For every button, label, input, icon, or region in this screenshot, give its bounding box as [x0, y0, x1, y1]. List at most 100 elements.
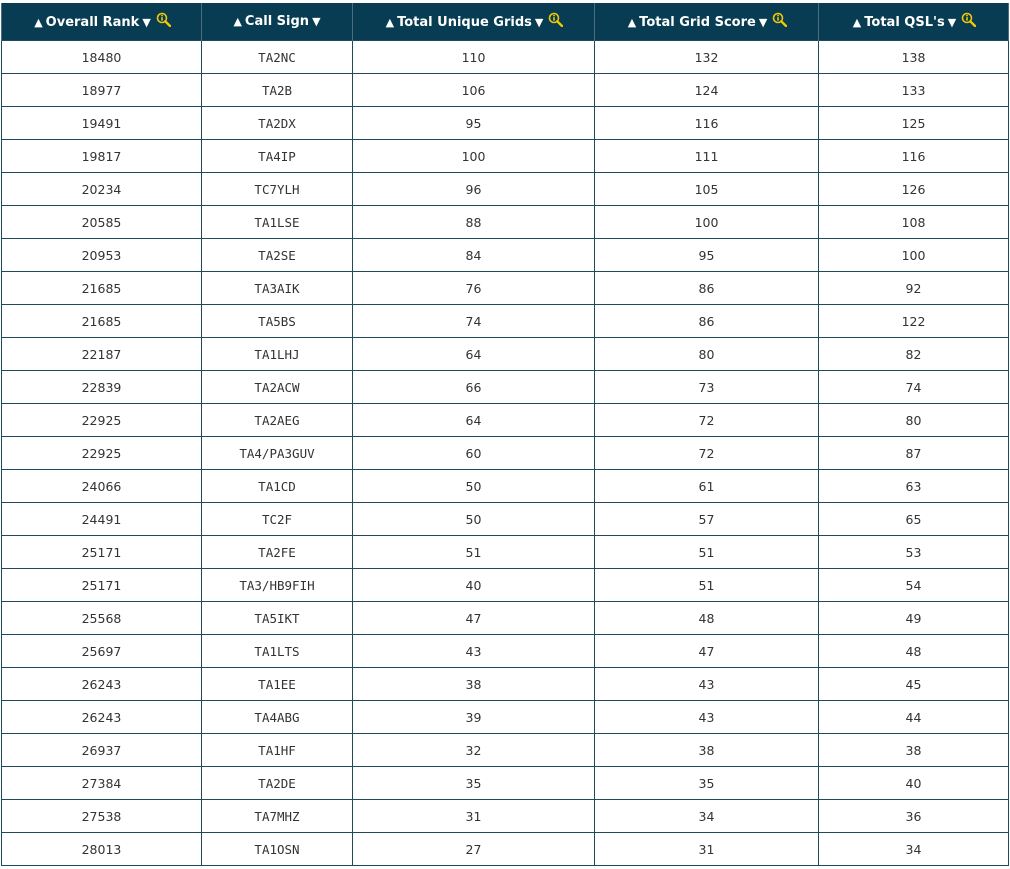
sort-ascending-arrow[interactable]: ▲	[231, 15, 243, 28]
rank-cell: 26937	[1, 733, 202, 767]
rank-cell: 18977	[1, 73, 202, 107]
call-sign-cell: TA2DX	[201, 106, 353, 140]
table-row: 22925 TA2AEG 64 72 80	[1, 403, 1009, 437]
rank-cell: 22187	[1, 337, 202, 371]
qsl-count-cell: 92	[818, 271, 1009, 305]
qsl-count-cell: 125	[818, 106, 1009, 140]
qsl-count-cell: 44	[818, 700, 1009, 734]
table-row: 25568 TA5IKT 47 48 49	[1, 601, 1009, 635]
sort-ascending-arrow[interactable]: ▲	[851, 16, 863, 29]
table-row: 20953 TA2SE 84 95 100	[1, 238, 1009, 272]
column-label: Overall Rank	[45, 15, 140, 30]
unique-grids-cell: 96	[352, 172, 595, 206]
sort-descending-arrow[interactable]: ▼	[757, 16, 769, 29]
column-header-total-unique-grids: ▲ Total Unique Grids ▼	[352, 3, 595, 41]
call-sign-cell: TA1LSE	[201, 205, 353, 239]
unique-grids-cell: 39	[352, 700, 595, 734]
column-header-total-grid-score: ▲ Total Grid Score ▼	[594, 3, 819, 41]
unique-grids-cell: 60	[352, 436, 595, 470]
sort-ascending-arrow[interactable]: ▲	[32, 16, 44, 29]
grid-score-cell: 124	[594, 73, 819, 107]
qsl-count-cell: 45	[818, 667, 1009, 701]
unique-grids-cell: 35	[352, 766, 595, 800]
grid-score-cell: 48	[594, 601, 819, 635]
grid-score-cell: 86	[594, 304, 819, 338]
sort-ascending-arrow[interactable]: ▲	[626, 16, 638, 29]
magnifier-info-icon[interactable]	[772, 12, 788, 31]
column-label: Total Unique Grids	[397, 15, 532, 30]
grid-score-cell: 72	[594, 403, 819, 437]
unique-grids-cell: 110	[352, 40, 595, 74]
call-sign-cell: TA1LTS	[201, 634, 353, 668]
table-row: 24066 TA1CD 50 61 63	[1, 469, 1009, 503]
call-sign-cell: TA5BS	[201, 304, 353, 338]
qsl-count-cell: 82	[818, 337, 1009, 371]
call-sign-cell: TA1CD	[201, 469, 353, 503]
unique-grids-cell: 31	[352, 799, 595, 833]
grid-score-cell: 61	[594, 469, 819, 503]
unique-grids-cell: 88	[352, 205, 595, 239]
unique-grids-cell: 66	[352, 370, 595, 404]
table-row: 20585 TA1LSE 88 100 108	[1, 205, 1009, 239]
call-sign-cell: TA1OSN	[201, 832, 353, 866]
table-row: 27384 TA2DE 35 35 40	[1, 766, 1009, 800]
qsl-count-cell: 49	[818, 601, 1009, 635]
call-sign-cell: TA4IP	[201, 139, 353, 173]
rank-cell: 19817	[1, 139, 202, 173]
grid-score-cell: 51	[594, 535, 819, 569]
call-sign-cell: TA2DE	[201, 766, 353, 800]
unique-grids-cell: 95	[352, 106, 595, 140]
sort-descending-arrow[interactable]: ▼	[140, 16, 152, 29]
magnifier-info-icon[interactable]	[961, 12, 977, 31]
table-row: 22925 TA4/PA3GUV 60 72 87	[1, 436, 1009, 470]
call-sign-cell: TA2AEG	[201, 403, 353, 437]
column-header-overall-rank: ▲ Overall Rank ▼	[1, 3, 202, 41]
rank-cell: 22839	[1, 370, 202, 404]
qsl-count-cell: 34	[818, 832, 1009, 866]
qsl-count-cell: 48	[818, 634, 1009, 668]
table-row: 19817 TA4IP 100 111 116	[1, 139, 1009, 173]
magnifier-info-icon[interactable]	[548, 12, 564, 31]
grid-score-cell: 38	[594, 733, 819, 767]
rankings-table: ▲ Overall Rank ▼ ▲ Call Sign ▼ ▲ Total Unique G…	[1, 3, 1009, 866]
table-body: 18480 TA2NC 110 132 138 18977 TA2B 106 124 133 194…	[1, 40, 1009, 866]
call-sign-cell: TA2ACW	[201, 370, 353, 404]
unique-grids-cell: 84	[352, 238, 595, 272]
rank-cell: 25697	[1, 634, 202, 668]
call-sign-cell: TA1LHJ	[201, 337, 353, 371]
qsl-count-cell: 36	[818, 799, 1009, 833]
rank-cell: 20953	[1, 238, 202, 272]
qsl-count-cell: 133	[818, 73, 1009, 107]
unique-grids-cell: 51	[352, 535, 595, 569]
column-label: Total QSL's	[864, 15, 945, 30]
qsl-count-cell: 38	[818, 733, 1009, 767]
table-row: 21685 TA3AIK 76 86 92	[1, 271, 1009, 305]
qsl-count-cell: 54	[818, 568, 1009, 602]
sort-descending-arrow[interactable]: ▼	[946, 16, 958, 29]
unique-grids-cell: 100	[352, 139, 595, 173]
magnifier-info-icon[interactable]	[156, 12, 171, 31]
sort-descending-arrow[interactable]: ▼	[310, 15, 322, 28]
table-row: 20234 TC7YLH 96 105 126	[1, 172, 1009, 206]
unique-grids-cell: 32	[352, 733, 595, 767]
grid-score-cell: 34	[594, 799, 819, 833]
qsl-count-cell: 116	[818, 139, 1009, 173]
qsl-count-cell: 80	[818, 403, 1009, 437]
rank-cell: 22925	[1, 403, 202, 437]
qsl-count-cell: 126	[818, 172, 1009, 206]
column-header-total-qsl-s: ▲ Total QSL's ▼	[818, 3, 1009, 41]
header-row: ▲ Overall Rank ▼ ▲ Call Sign ▼ ▲ Total Unique G…	[1, 3, 1009, 41]
table-row: 18480 TA2NC 110 132 138	[1, 40, 1009, 74]
grid-score-cell: 72	[594, 436, 819, 470]
unique-grids-cell: 50	[352, 469, 595, 503]
table-row: 21685 TA5BS 74 86 122	[1, 304, 1009, 338]
call-sign-cell: TA2B	[201, 73, 353, 107]
grid-score-cell: 43	[594, 667, 819, 701]
qsl-count-cell: 100	[818, 238, 1009, 272]
sort-descending-arrow[interactable]: ▼	[533, 16, 545, 29]
rank-cell: 27384	[1, 766, 202, 800]
qsl-count-cell: 108	[818, 205, 1009, 239]
table-row: 25697 TA1LTS 43 47 48	[1, 634, 1009, 668]
call-sign-cell: TA1EE	[201, 667, 353, 701]
sort-ascending-arrow[interactable]: ▲	[384, 16, 396, 29]
